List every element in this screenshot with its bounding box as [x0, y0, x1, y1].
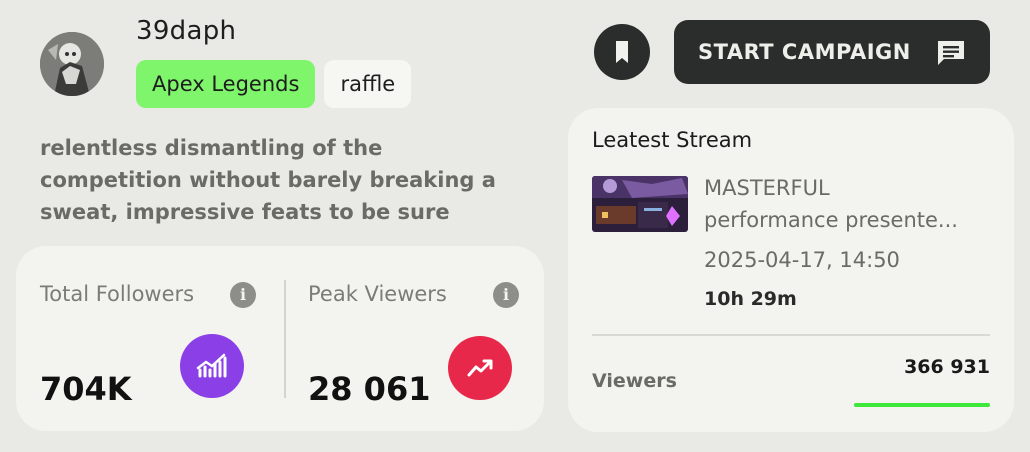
chart-bars-icon [180, 334, 244, 398]
tag-list: Apex Legends raffle [136, 60, 412, 108]
viewers-progress-fill [854, 403, 990, 407]
bookmark-button[interactable] [594, 24, 650, 80]
stream-date: 2025-04-17, 14:50 [704, 248, 900, 272]
trend-up-icon [448, 336, 512, 400]
viewers-label: Viewers [592, 370, 677, 392]
start-campaign-label: START CAMPAIGN [698, 40, 911, 64]
stream-duration: 10h 29m [704, 288, 797, 310]
tag-apex-legends[interactable]: Apex Legends [136, 60, 316, 108]
peak-viewers-label: Peak Viewers [308, 282, 447, 306]
stats-divider [284, 280, 286, 398]
profile-bio: relentless dismantling of the competitio… [40, 136, 496, 224]
bookmark-icon [616, 41, 628, 63]
stream-title-line1: MASTERFUL [704, 176, 830, 200]
stream-title[interactable]: MASTERFUL performance presente... [704, 172, 1000, 236]
stream-thumbnail[interactable] [592, 176, 688, 232]
avatar[interactable] [40, 32, 104, 96]
chat-icon [938, 41, 964, 65]
info-icon[interactable]: i [230, 282, 256, 308]
peak-viewers-value: 28 061 [308, 370, 431, 408]
latest-stream-heading: Leatest Stream [592, 128, 753, 152]
tag-raffle[interactable]: raffle [324, 60, 412, 108]
info-icon[interactable]: i [493, 282, 519, 308]
start-campaign-button[interactable]: START CAMPAIGN [674, 20, 990, 84]
stream-divider [592, 334, 990, 336]
latest-stream-card: Leatest Stream MASTERFUL performance pre… [568, 108, 1014, 432]
total-followers-label: Total Followers [40, 282, 195, 306]
viewers-value: 366 931 [904, 356, 990, 378]
stream-title-line2: performance presente... [704, 208, 958, 232]
stats-card: Total Followers i 704K Peak Viewers i 28… [16, 246, 544, 431]
total-followers-value: 704K [40, 370, 132, 408]
username: 39daph [136, 16, 237, 46]
viewers-progress-track [854, 403, 990, 407]
